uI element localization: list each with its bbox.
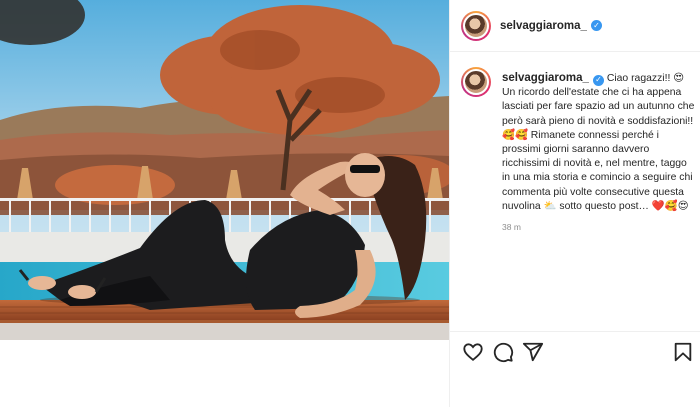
comment-icon[interactable] [492,341,514,363]
share-icon[interactable] [522,341,544,363]
caption-comment: selvaggiaroma_ ✓ Ciao ragazzi!! 😍 Un rico… [461,67,697,232]
verified-badge-icon: ✓ [590,20,602,31]
header-username[interactable]: selvaggiaroma_ [500,20,587,32]
post-actions-bar [450,331,700,371]
bookmark-icon[interactable] [672,341,694,363]
post-photo[interactable] [0,0,449,340]
photo-letterbox [0,340,449,407]
avatar[interactable] [461,10,491,41]
post-side-panel: selvaggiaroma_ ✓ selvaggiaroma_ ✓ Ciao ra… [449,0,700,407]
caption-avatar[interactable] [461,67,491,97]
caption-text: Ciao ragazzi!! 😍 Un ricordo dell'estate … [502,73,695,212]
verified-badge-icon: ✓ [592,74,604,86]
post-header: selvaggiaroma_ ✓ [450,0,700,52]
post-photo-art [0,0,449,340]
avatar-image [463,69,489,95]
caption-body: selvaggiaroma_ ✓ Ciao ragazzi!! 😍 Un rico… [502,71,697,214]
heart-icon[interactable] [462,341,484,363]
avatar-image [463,12,489,39]
post-timestamp[interactable]: 38 m [502,222,697,232]
caption-username[interactable]: selvaggiaroma_ [502,72,589,84]
